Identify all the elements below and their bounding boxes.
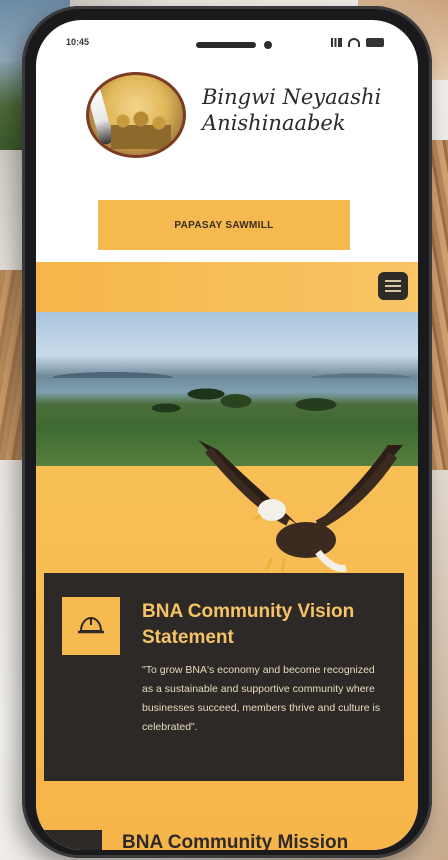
vision-title-line-2: Statement bbox=[142, 627, 234, 648]
wifi-icon bbox=[348, 37, 360, 47]
speaker-notch bbox=[196, 42, 256, 48]
battery-icon bbox=[366, 37, 384, 47]
vision-icon-box bbox=[62, 597, 120, 655]
mission-icon-box bbox=[44, 830, 102, 850]
status-icons bbox=[328, 37, 384, 47]
site-title-line-2: Anishinaabek bbox=[202, 111, 346, 135]
phone-frame: 10:45 Bingwi Neyaashi Anishinaabek PAPAS… bbox=[22, 6, 432, 858]
site-header: Bingwi Neyaashi Anishinaabek bbox=[36, 64, 418, 172]
hard-hat-icon bbox=[78, 616, 104, 634]
site-logo[interactable] bbox=[86, 72, 186, 158]
phone-screen: 10:45 Bingwi Neyaashi Anishinaabek PAPAS… bbox=[36, 20, 418, 850]
hamburger-menu-icon[interactable] bbox=[378, 272, 408, 300]
nav-bar bbox=[36, 262, 418, 312]
vision-title-line-1: BNA Community Vision bbox=[142, 601, 355, 622]
papasay-sawmill-button[interactable]: PAPASAY SAWMILL bbox=[98, 200, 350, 250]
signal-icon bbox=[328, 37, 342, 47]
site-title-line-1: Bingwi Neyaashi bbox=[202, 85, 382, 109]
mission-title: BNA Community Mission bbox=[122, 832, 349, 850]
camera-dot bbox=[264, 41, 272, 49]
vision-text: "To grow BNA's economy and become recogn… bbox=[142, 664, 381, 733]
eagle-illustration bbox=[198, 440, 403, 573]
people-illustration bbox=[111, 109, 171, 149]
hero-trees bbox=[146, 352, 346, 422]
status-time: 10:45 bbox=[66, 37, 90, 47]
site-title[interactable]: Bingwi Neyaashi Anishinaabek bbox=[202, 84, 381, 136]
vision-statement-card: BNA Community Vision Statement "To grow … bbox=[44, 573, 404, 781]
vision-title: BNA Community Vision Statement bbox=[142, 599, 392, 651]
